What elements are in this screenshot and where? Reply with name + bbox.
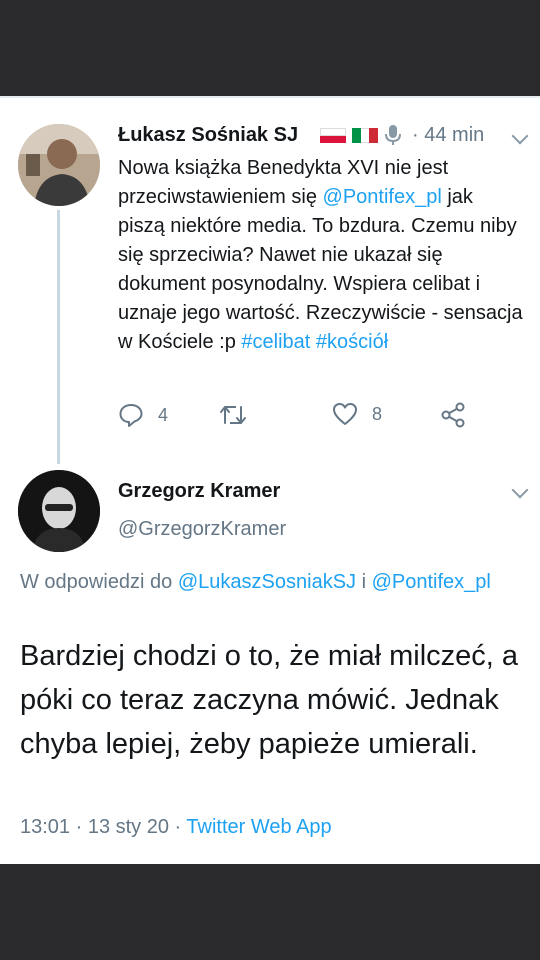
avatar-lukasz[interactable] (18, 124, 100, 206)
reply-icon (119, 404, 143, 427)
reply-button[interactable]: 4 (118, 402, 168, 428)
reply-tweet-text: Bardziej chodzi o to, że miał milczeć, a… (20, 640, 519, 760)
retweet-button[interactable] (218, 402, 248, 428)
chevron-down-icon[interactable] (511, 481, 529, 499)
thread-line (57, 210, 60, 464)
tweet-text: Nowa książka Benedykta XVI nie jest prze… (118, 154, 523, 357)
card-divider (0, 96, 540, 98)
mention-pontifex[interactable]: @Pontifex_pl (372, 571, 491, 593)
replying-prefix: W odpowiedzi do (20, 571, 178, 593)
share-icon (441, 402, 465, 428)
italy-flag-icon (352, 127, 379, 143)
mention-lukasz[interactable]: @LukaszSosniakSJ (178, 571, 356, 593)
author-handle[interactable]: @GrzegorzKramer (118, 518, 286, 541)
hashtag-celibat[interactable]: #celibat (241, 331, 310, 353)
heart-icon (333, 403, 357, 425)
timestamp[interactable]: 13:01 · 13 sty 20 · (20, 816, 186, 838)
avatar-grzegorz[interactable] (18, 470, 100, 552)
mention-link[interactable]: @Pontifex_pl (323, 186, 442, 208)
like-count: 8 (372, 403, 383, 424)
name-emojis (320, 124, 402, 146)
share-button[interactable] (440, 402, 466, 428)
reply-count: 4 (158, 404, 169, 425)
tweet-card: Łukasz Sośniak SJ · 44 min Nowa książka … (0, 96, 540, 864)
poland-flag-icon (320, 127, 346, 143)
like-button[interactable]: 8 (332, 402, 382, 426)
tweet-footer: 13:01 · 13 sty 20 · Twitter Web App (20, 816, 332, 839)
client-link[interactable]: Twitter Web App (186, 816, 331, 838)
tweet-text-body: jak piszą niektóre media. To bzdura. Cze… (118, 186, 523, 353)
hashtag-kosciol[interactable]: #kościół (316, 331, 388, 353)
replying-joiner: i (356, 571, 372, 593)
retweet-icon (220, 406, 246, 424)
separator-dot: · (412, 124, 419, 146)
author-name-grzegorz[interactable]: Grzegorz Kramer (118, 480, 280, 503)
chevron-down-icon[interactable] (511, 127, 529, 145)
author-name-lukasz[interactable]: Łukasz Sośniak SJ (118, 124, 298, 147)
tweet-time[interactable]: · 44 min (412, 124, 484, 147)
time-ago[interactable]: 44 min (424, 124, 484, 146)
microphone-icon (385, 125, 401, 145)
tweet-actions: 4 8 (118, 402, 478, 432)
replying-to: W odpowiedzi do @LukaszSosniakSJ i @Pont… (20, 568, 520, 596)
